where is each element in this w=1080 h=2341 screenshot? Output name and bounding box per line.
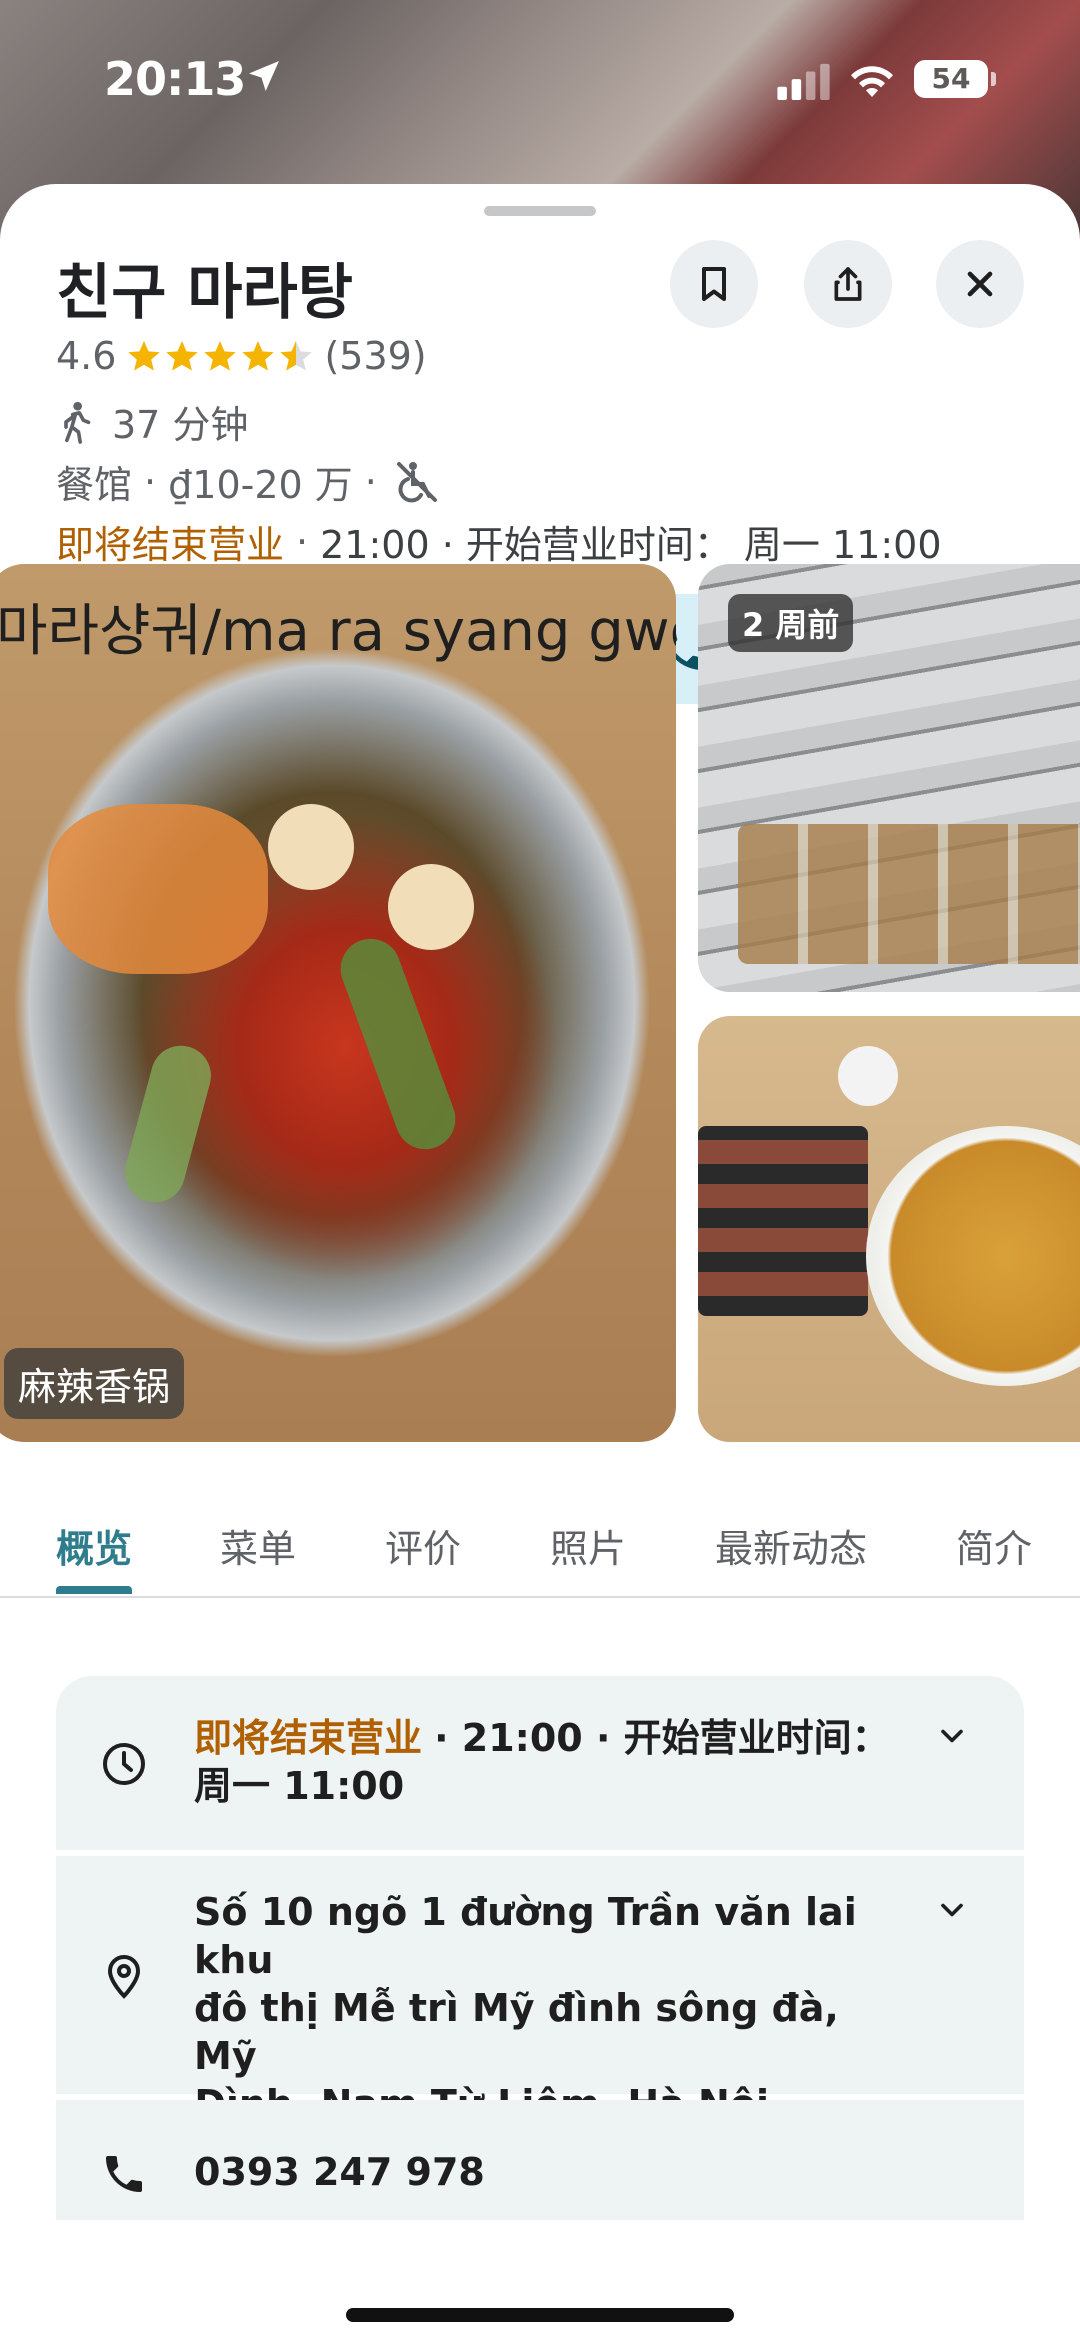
wifi-icon (851, 66, 893, 97)
walk-time-row: 37 分钟 (56, 394, 248, 449)
photo-age-badge: 2 周前 (728, 594, 854, 652)
photo-detail (838, 1046, 898, 1106)
photo-detail (388, 864, 474, 950)
photo-detail (332, 930, 464, 1158)
main-photo[interactable]: 마라샹궈/ma ra syang gwo 麻辣香锅 (0, 564, 676, 1442)
side-photo-buffet[interactable]: 2 周前 (698, 564, 1080, 992)
tab-updates[interactable]: 最新动态 (715, 1518, 867, 1573)
address-line: Số 10 ngõ 1 đường Trần văn lai khu (194, 1890, 857, 1982)
cellular-signal-icon (777, 63, 830, 100)
half-star-icon (280, 341, 313, 371)
place-category: 餐馆 (56, 463, 133, 507)
battery-indicator: 54 (914, 60, 996, 98)
rating-row[interactable]: 4.6 (539) (56, 334, 427, 378)
hours-status: 即将结束营业 (56, 523, 285, 567)
review-count: (539) (324, 334, 427, 378)
place-tabs: 概览 菜单 评价 照片 最新动态 简介 (0, 1490, 1080, 1598)
separator: · (434, 1716, 462, 1760)
status-time: 20:13 (104, 52, 246, 106)
separator: · (296, 519, 309, 564)
bookmark-icon (702, 267, 726, 301)
clock-icon (103, 1743, 145, 1785)
no-wheelchair-access-icon (396, 461, 437, 502)
share-button[interactable] (804, 240, 892, 328)
photo-detail (48, 804, 268, 974)
photo-detail (698, 1126, 868, 1316)
phone-number: 0393 247 978 (194, 2148, 904, 2196)
phone-icon (106, 2156, 142, 2192)
address-line: đô thị Mễ trì Mỹ đình sông đà, Mỹ (194, 1986, 839, 2078)
star-icon (242, 341, 275, 371)
category-row: 餐馆 · ₫10-20 万 · (56, 454, 441, 509)
status-bar: 20:13 54 (0, 0, 1080, 150)
star-rating (126, 338, 316, 374)
walk-time: 37 分钟 (112, 403, 249, 447)
hours-card-line2: 周一 11:00 (194, 1764, 405, 1808)
walking-icon (64, 401, 91, 444)
hours-row[interactable]: 即将结束营业 · 21:00 · 开始营业时间： 周一 11:00 (56, 514, 942, 569)
tab-menu[interactable]: 菜单 (220, 1518, 296, 1573)
separator: · (364, 459, 377, 504)
sheet-grabber[interactable] (484, 206, 596, 216)
photo-caption-text: 마라샹궈/ma ra syang gwo (0, 599, 676, 664)
close-icon (967, 271, 993, 297)
hours-detail: 21:00 · 开始营业时间： 周一 11:00 (320, 523, 942, 567)
rating-value: 4.6 (56, 334, 117, 378)
star-icon (166, 341, 199, 371)
tab-reviews[interactable]: 评价 (385, 1518, 461, 1573)
photo-detail (118, 1038, 218, 1210)
share-icon (834, 267, 862, 301)
hours-card-text: 即将结束营业 · 21:00 · 开始营业时间： 周一 11:00 (194, 1714, 904, 1810)
tab-photos[interactable]: 照片 (550, 1518, 626, 1573)
place-title: 친구 마라탕 (56, 258, 353, 328)
star-icon (204, 341, 237, 371)
photo-detail (268, 804, 354, 890)
photo-label: 麻辣香锅 (4, 1348, 185, 1419)
save-button[interactable] (670, 240, 758, 328)
chevron-down-icon (941, 1729, 963, 1743)
hours-card[interactable]: 即将结束营业 · 21:00 · 开始营业时间： 周一 11:00 (56, 1676, 1024, 1850)
active-tab-indicator (56, 1586, 132, 1594)
phone-card[interactable]: 0393 247 978 (56, 2100, 1024, 2220)
price-range: ₫10-20 万 (168, 463, 353, 507)
location-pin-icon (107, 1955, 141, 1999)
location-arrow-icon (249, 61, 279, 91)
hours-card-line1: 21:00 · 开始营业时间： (461, 1716, 890, 1760)
photo-detail (866, 1126, 1080, 1386)
separator: · (144, 459, 157, 504)
tab-about[interactable]: 简介 (956, 1518, 1032, 1573)
place-sheet: 친구 마라탕 4.6 (539) 37 分钟 餐馆 · ₫10-20 万 · 即… (0, 184, 1080, 2341)
address-text: Số 10 ngõ 1 đường Trần văn lai khu đô th… (194, 1888, 904, 2128)
address-card[interactable]: Số 10 ngõ 1 đường Trần văn lai khu đô th… (56, 1856, 1024, 2126)
hours-card-status: 即将结束营业 (194, 1716, 423, 1760)
side-photo-soup[interactable] (698, 1016, 1080, 1442)
home-indicator[interactable] (346, 2308, 734, 2322)
chevron-down-icon (941, 1903, 963, 1917)
close-button[interactable] (936, 240, 1024, 328)
star-icon (128, 341, 161, 371)
photo-detail (738, 824, 1080, 964)
tab-overview[interactable]: 概览 (56, 1518, 132, 1573)
phone-number-text: 0393 247 978 (194, 2150, 485, 2194)
